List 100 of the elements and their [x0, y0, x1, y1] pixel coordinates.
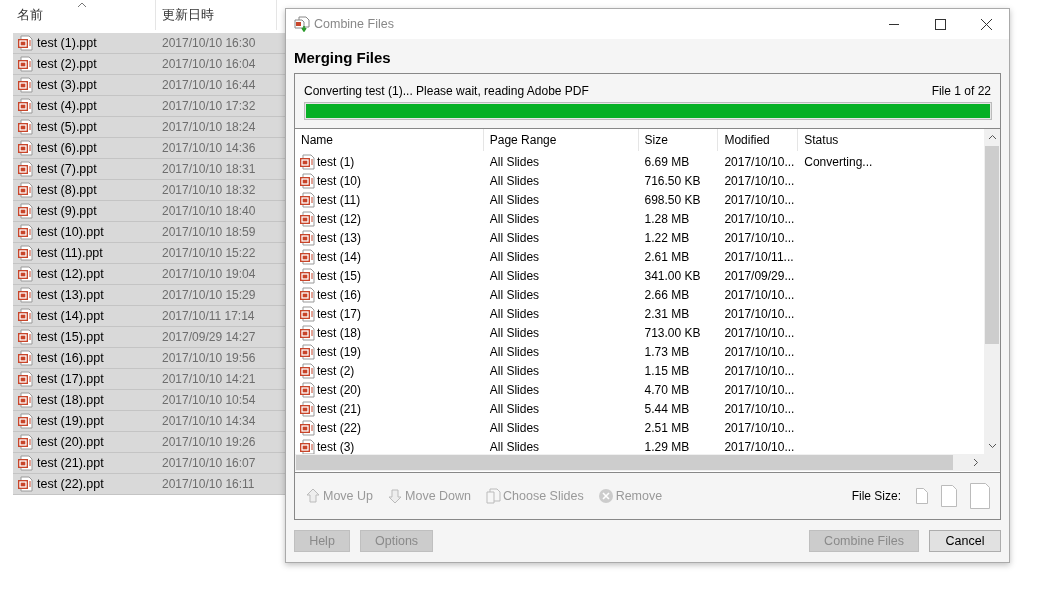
column-header[interactable]: Page Range [483, 129, 639, 151]
table-cell: test (14) [317, 249, 361, 264]
presentation-file-icon [299, 286, 315, 303]
file-row[interactable]: test (13).ppt 2017/10/10 15:29 [13, 285, 285, 306]
table-cell: All Slides [489, 420, 540, 435]
file-name: test (6).ppt [37, 141, 98, 155]
table-cell: All Slides [489, 192, 540, 207]
presentation-file-icon [299, 153, 315, 170]
table-cell: 2017/10/10... [724, 192, 795, 207]
modified-date: 2017/10/10 14:21 [162, 372, 256, 386]
table-cell: 4.70 MB [644, 382, 690, 397]
table-cell: 2017/10/10... [724, 401, 795, 416]
table-cell: 1.29 MB [644, 439, 690, 454]
presentation-file-icon [17, 35, 33, 51]
file-row[interactable]: test (11).ppt 2017/10/10 15:22 [13, 243, 285, 264]
column-header[interactable]: Name [295, 129, 484, 151]
table-cell: 5.44 MB [644, 401, 690, 416]
table-cell: 713.00 KB [644, 325, 701, 340]
presentation-file-icon [299, 381, 315, 398]
file-name: test (7).ppt [37, 162, 98, 176]
table-cell: 6.69 MB [644, 154, 690, 169]
table-cell: 2017/10/10... [724, 211, 795, 226]
file-row[interactable]: test (18).ppt 2017/10/10 10:54 [13, 390, 285, 411]
vertical-scrollbar[interactable] [984, 129, 1000, 454]
file-name: test (16).ppt [37, 351, 105, 365]
scroll-thumb[interactable] [296, 455, 953, 470]
page-icon [970, 483, 990, 509]
file-row[interactable]: test (21).ppt 2017/10/10 16:07 [13, 453, 285, 474]
file-name: test (1).ppt [37, 36, 98, 50]
table-cell: test (20) [317, 382, 361, 397]
column-header[interactable]: 更新日時 [156, 0, 277, 30]
modified-date: 2017/10/10 16:11 [162, 477, 255, 491]
file-row[interactable]: test (8).ppt 2017/10/10 18:32 [13, 180, 285, 201]
presentation-file-icon [17, 350, 33, 366]
column-header[interactable]: 名前 [13, 0, 156, 30]
file-row[interactable]: test (14).ppt 2017/10/11 17:14 [13, 306, 285, 327]
file-row[interactable]: test (22).ppt 2017/10/10 16:11 [13, 474, 285, 495]
presentation-file-icon [17, 224, 33, 240]
table-cell: test (15) [317, 268, 361, 283]
presentation-file-icon [17, 287, 33, 303]
presentation-file-icon [17, 329, 33, 345]
table-cell: 2017/10/10... [724, 420, 795, 435]
column-header[interactable]: Size [638, 129, 719, 151]
file-name: test (10).ppt [37, 225, 105, 239]
file-row[interactable]: test (1).ppt 2017/10/10 16:30 [13, 33, 285, 54]
close-icon [980, 18, 992, 30]
file-counter: File 1 of 22 [931, 84, 991, 98]
presentation-file-icon [299, 210, 315, 227]
file-row[interactable]: test (12).ppt 2017/10/10 19:04 [13, 264, 285, 285]
presentation-file-icon [17, 77, 33, 93]
table-cell: 1.22 MB [644, 230, 690, 245]
table-cell: All Slides [489, 382, 540, 397]
dialog-button[interactable]: Cancel [929, 530, 1001, 552]
file-name: test (2).ppt [37, 57, 98, 71]
file-name: test (13).ppt [37, 288, 105, 302]
scroll-thumb[interactable] [985, 146, 999, 344]
presentation-file-icon [17, 161, 33, 177]
modified-date: 2017/10/10 17:32 [162, 99, 256, 113]
file-row[interactable]: test (7).ppt 2017/10/10 18:31 [13, 159, 285, 180]
column-header[interactable]: Modified [718, 129, 799, 151]
window-title: Combine Files [314, 17, 395, 31]
horizontal-scrollbar[interactable] [295, 454, 984, 471]
table-cell: 2017/10/10... [724, 230, 795, 245]
modified-date: 2017/10/10 16:04 [162, 57, 256, 71]
file-name: test (9).ppt [37, 204, 98, 218]
file-row[interactable]: test (9).ppt 2017/10/10 18:40 [13, 201, 285, 222]
file-row[interactable]: test (10).ppt 2017/10/10 18:59 [13, 222, 285, 243]
file-row[interactable]: test (20).ppt 2017/10/10 19:26 [13, 432, 285, 453]
combine-files-icon [293, 16, 311, 32]
file-row[interactable]: test (19).ppt 2017/10/10 14:34 [13, 411, 285, 432]
file-row[interactable]: test (4).ppt 2017/10/10 17:32 [13, 96, 285, 117]
scroll-up-icon [988, 134, 997, 140]
file-row[interactable]: test (16).ppt 2017/10/10 19:56 [13, 348, 285, 369]
file-row[interactable]: test (15).ppt 2017/09/29 14:27 [13, 327, 285, 348]
presentation-file-icon [17, 455, 33, 471]
column-header[interactable]: Status [798, 129, 984, 151]
file-row[interactable]: test (2).ppt 2017/10/10 16:04 [13, 54, 285, 75]
presentation-file-icon [17, 203, 33, 219]
table-cell: 1.28 MB [644, 211, 690, 226]
file-row[interactable]: test (17).ppt 2017/10/10 14:21 [13, 369, 285, 390]
file-name: test (5).ppt [37, 120, 98, 134]
presentation-file-icon [299, 191, 315, 208]
table-cell: 2017/10/10... [724, 325, 795, 340]
presentation-file-icon [299, 267, 315, 284]
file-name: test (14).ppt [37, 309, 105, 323]
file-name: test (18).ppt [37, 393, 105, 407]
file-size-label: File Size: [851, 489, 901, 503]
file-name: test (12).ppt [37, 267, 105, 281]
table-cell: 1.73 MB [644, 344, 690, 359]
up-arrow-icon [305, 488, 321, 504]
presentation-file-icon [17, 371, 33, 387]
table-cell: 2.61 MB [644, 249, 690, 264]
file-name: test (4).ppt [37, 99, 98, 113]
file-row[interactable]: test (6).ppt 2017/10/10 14:36 [13, 138, 285, 159]
table-cell: All Slides [489, 439, 540, 454]
page-icon [916, 488, 928, 504]
file-row[interactable]: test (3).ppt 2017/10/10 16:44 [13, 75, 285, 96]
down-arrow-icon [387, 488, 404, 504]
table-cell: All Slides [489, 268, 540, 283]
file-row[interactable]: test (5).ppt 2017/10/10 18:24 [13, 117, 285, 138]
